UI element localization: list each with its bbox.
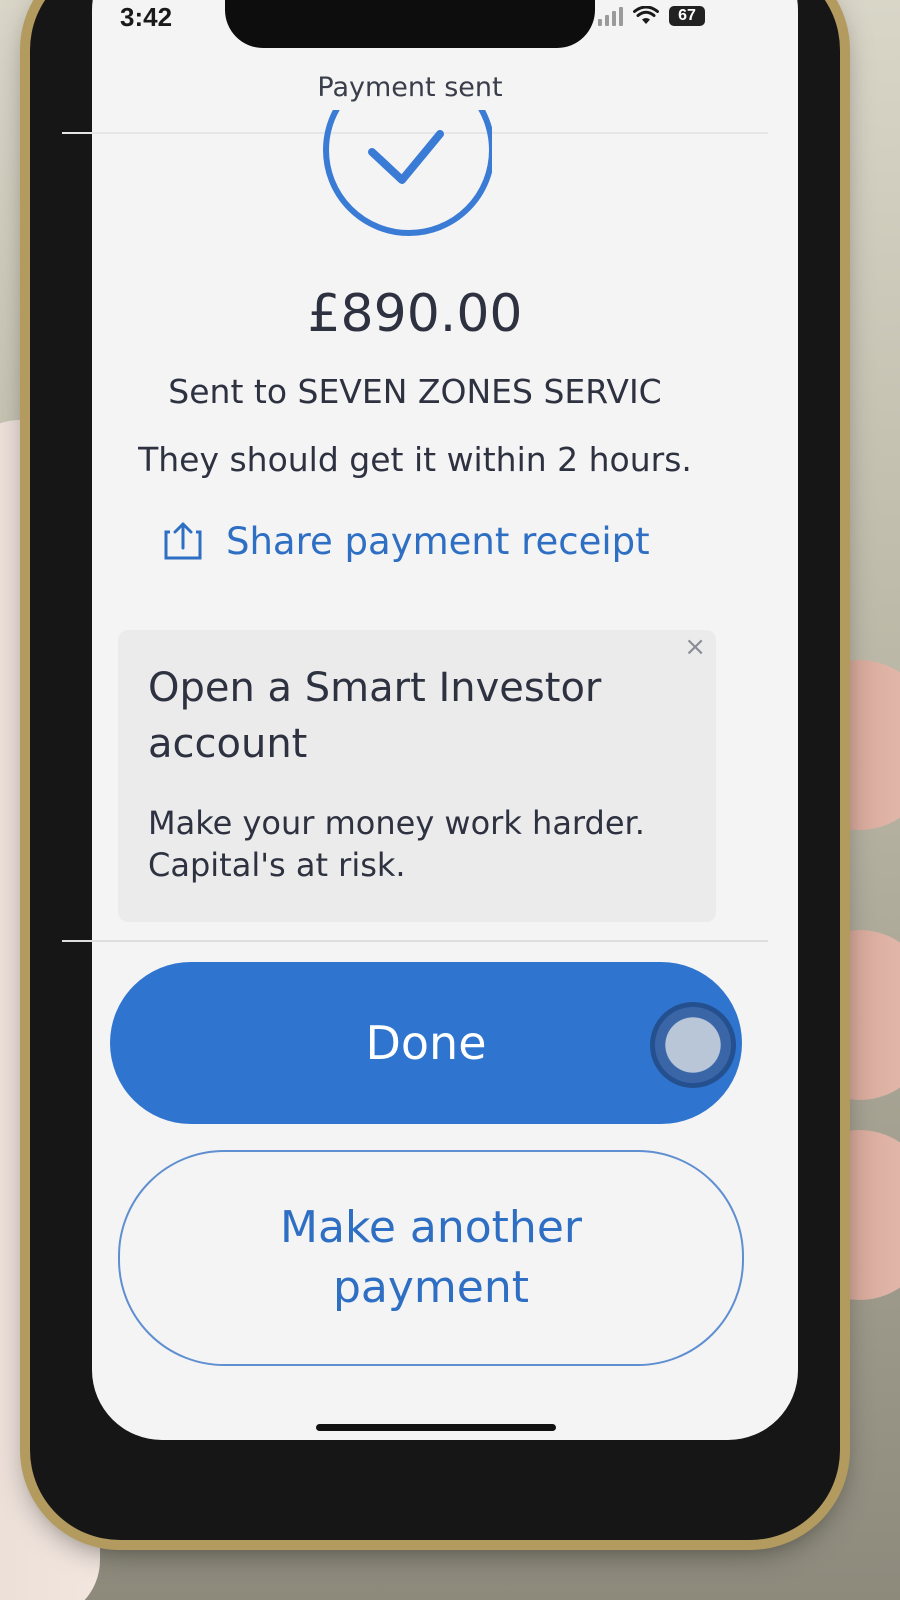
actions-divider bbox=[62, 940, 768, 942]
share-receipt-label: Share payment receipt bbox=[226, 519, 650, 563]
promo-card[interactable]: × Open a Smart Investor account Make you… bbox=[118, 630, 716, 922]
share-receipt-link[interactable]: Share payment receipt bbox=[160, 518, 650, 564]
touch-indicator bbox=[650, 1002, 736, 1088]
battery-icon: 67 bbox=[669, 6, 705, 26]
done-label: Done bbox=[365, 1016, 487, 1070]
eta-line: They should get it within 2 hours. bbox=[138, 440, 692, 479]
photo-scene: 3:42 67 Payment sent £890.00 Sent to SEV… bbox=[0, 0, 900, 1600]
promo-title: Open a Smart Investor account bbox=[148, 665, 602, 767]
done-button[interactable]: Done bbox=[110, 962, 742, 1124]
payment-amount: £890.00 bbox=[307, 284, 523, 344]
page-title: Payment sent bbox=[317, 72, 503, 103]
signal-icon bbox=[598, 6, 623, 26]
home-indicator[interactable] bbox=[316, 1424, 556, 1431]
status-icons: 67 bbox=[598, 6, 705, 26]
make-another-payment-button[interactable]: Make another payment bbox=[118, 1150, 744, 1366]
wifi-icon bbox=[633, 6, 659, 24]
status-time: 3:42 bbox=[120, 2, 173, 32]
share-icon bbox=[164, 522, 202, 560]
close-icon[interactable]: × bbox=[684, 632, 706, 662]
promo-body: Make your money work harder. Capital's a… bbox=[148, 804, 645, 884]
checkmark-circle-icon bbox=[322, 110, 492, 240]
camera-notch bbox=[225, 0, 595, 48]
recipient-line: Sent to SEVEN ZONES SERVIC bbox=[168, 372, 662, 411]
make-another-payment-label: Make another payment bbox=[280, 1202, 582, 1313]
